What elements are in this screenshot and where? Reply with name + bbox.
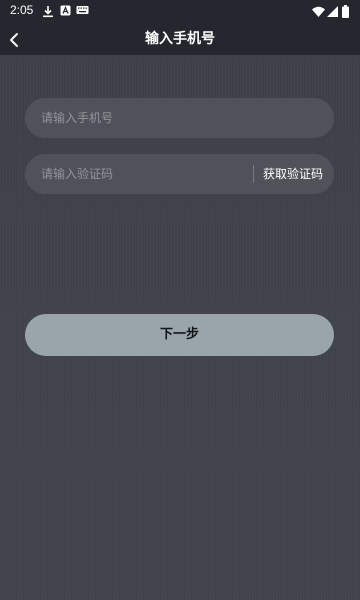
verification-code-input[interactable] [41,154,241,194]
download-icon [43,6,53,18]
keyboard-icon [76,6,89,14]
battery-icon [342,5,349,18]
status-bar: 2:05 [0,0,360,24]
get-code-button[interactable]: 获取验证码 [259,154,327,194]
back-button[interactable] [2,24,26,55]
wifi-icon [312,6,325,17]
chevron-left-icon [10,32,18,47]
field-divider [253,165,254,183]
phone-input[interactable] [41,98,321,138]
phone-field[interactable] [25,98,334,138]
app-bar: 输入手机号 [0,24,360,55]
cell-signal-icon [327,6,338,17]
notification-a-icon [60,5,71,16]
verification-code-field[interactable]: 获取验证码 [25,154,334,194]
status-time: 2:05 [10,3,34,17]
page-title: 输入手机号 [145,31,215,47]
next-button[interactable]: 下一步 [25,314,334,356]
